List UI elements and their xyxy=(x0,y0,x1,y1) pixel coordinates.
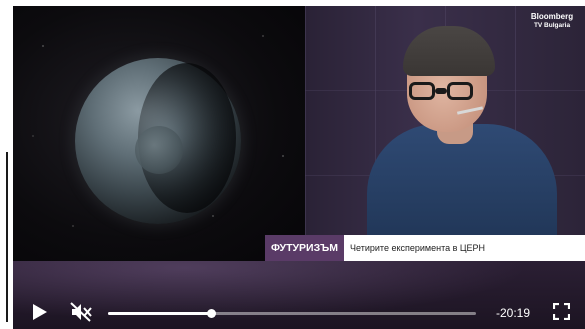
channel-logo: Bloomberg TV Bulgaria xyxy=(527,12,577,30)
lower-third-category: ФУТУРИЗЪМ xyxy=(265,235,345,261)
lower-third-title: Четирите експеримента в ЦЕРН xyxy=(344,235,585,261)
progress-bar[interactable] xyxy=(108,309,476,318)
mute-button[interactable] xyxy=(70,302,92,322)
presenter-glasses xyxy=(409,82,479,102)
moon-image xyxy=(135,126,183,174)
lower-third: ФУТУРИЗЪМ Четирите експеримента в ЦЕРН xyxy=(265,235,585,261)
play-icon xyxy=(33,304,47,320)
video-player[interactable]: Bloomberg TV Bulgaria ФУТУРИЗЪМ Четирите… xyxy=(0,0,585,329)
muted-speaker-icon xyxy=(70,302,92,322)
time-remaining: -20:19 xyxy=(496,306,531,320)
logo-line1: Bloomberg xyxy=(530,12,574,21)
progress-handle[interactable] xyxy=(207,309,217,318)
player-controls: -20:19 xyxy=(0,289,585,329)
fullscreen-icon xyxy=(552,302,571,321)
studio-panel: Bloomberg TV Bulgaria xyxy=(305,6,585,274)
fullscreen-button[interactable] xyxy=(552,302,571,321)
play-button[interactable] xyxy=(30,303,48,321)
progress-fill xyxy=(108,312,212,315)
space-panel xyxy=(13,6,305,261)
logo-line2: TV Bulgaria xyxy=(533,22,571,29)
video-frame[interactable]: Bloomberg TV Bulgaria ФУТУРИЗЪМ Четирите… xyxy=(13,6,585,329)
